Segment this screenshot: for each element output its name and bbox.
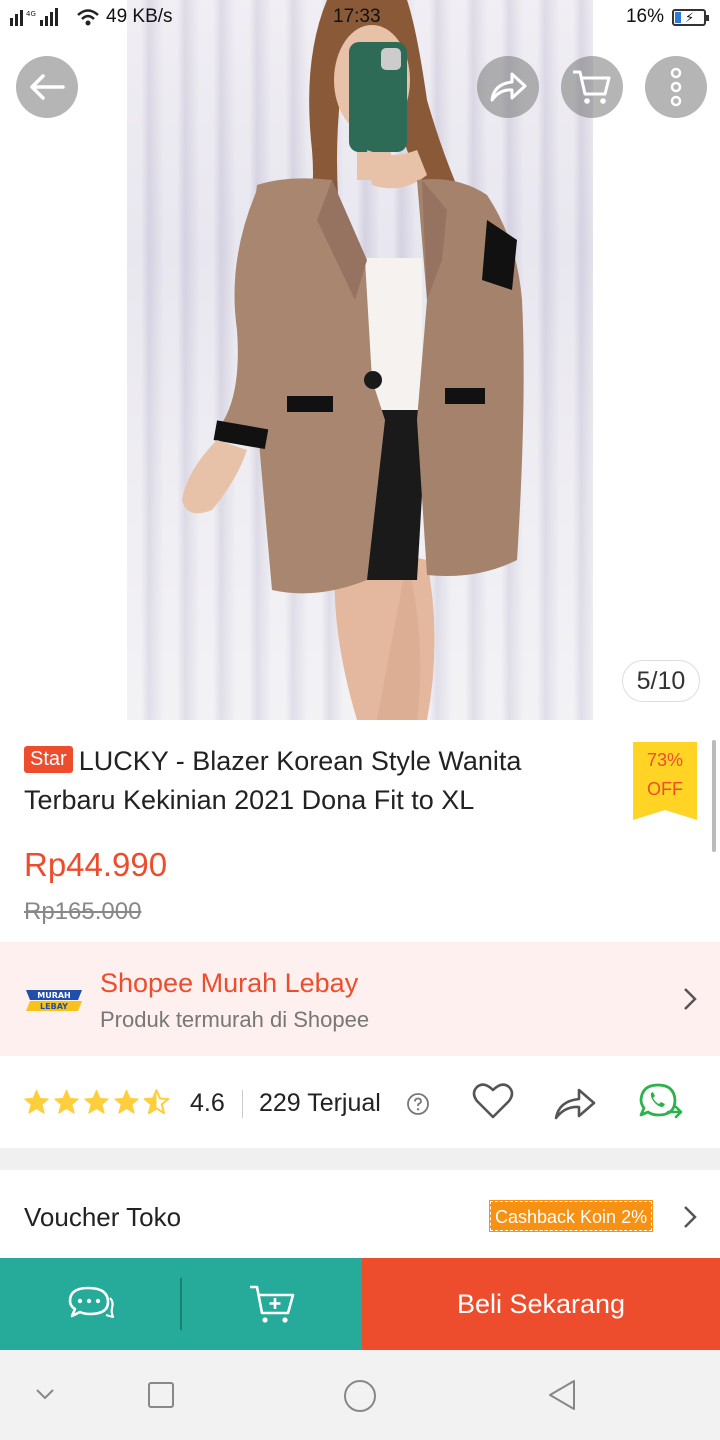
back-button[interactable] (16, 56, 78, 118)
rating-row: 4.6 229 Terjual (0, 1056, 720, 1148)
star-icon (114, 1089, 139, 1114)
status-bar: 4G 49 KB/s 17:33 16% ⚡ (0, 0, 720, 34)
chevron-right-icon (684, 1206, 697, 1228)
share-button[interactable] (477, 56, 539, 118)
scrollbar (712, 740, 716, 852)
product-title-block: Star LUCKY - Blazer Korean Style Wanita T… (24, 742, 614, 820)
bottom-action-bar: Beli Sekarang (0, 1258, 720, 1350)
discount-off-label: OFF (647, 779, 683, 799)
signal-icon: 4G (10, 8, 58, 26)
back-arrow-icon (30, 74, 65, 100)
image-counter: 5/10 (622, 660, 700, 702)
battery-icon: ⚡ (672, 8, 709, 26)
promo-title: Shopee Murah Lebay (100, 968, 359, 998)
status-time: 17:33 (333, 6, 381, 27)
network-speed: 49 KB/s (106, 6, 173, 27)
chat-button[interactable] (0, 1258, 181, 1350)
svg-text:4G: 4G (26, 10, 36, 18)
voucher-row[interactable]: Voucher Toko Cashback Koin 2% (0, 1170, 720, 1258)
status-right: 16% ⚡ (625, 6, 709, 28)
share-icon[interactable] (553, 1086, 597, 1122)
recent-apps-icon[interactable] (146, 1380, 176, 1410)
rating-value: 4.6 (190, 1089, 225, 1117)
system-navigation-bar (0, 1350, 720, 1440)
sold-count: 229 Terjual (259, 1089, 381, 1117)
status-left: 4G 49 KB/s (10, 6, 173, 28)
murah-lebay-logo: MURAH LEBAY (22, 986, 86, 1014)
discount-badge: 73% OFF (633, 742, 697, 820)
svg-text:LEBAY: LEBAY (40, 1002, 68, 1011)
star-icon (84, 1089, 109, 1114)
star-icon (24, 1089, 49, 1114)
favorite-heart-icon[interactable] (472, 1082, 514, 1120)
battery-percent: 16% (625, 6, 664, 27)
more-icon (670, 67, 682, 107)
chevron-right-icon (684, 988, 697, 1010)
original-price: Rp165.000 (24, 898, 142, 925)
cart-button[interactable] (561, 56, 623, 118)
cashback-tag: Cashback Koin 2% (488, 1200, 654, 1232)
divider (242, 1090, 243, 1118)
back-icon[interactable] (546, 1378, 578, 1412)
product-price: Rp44.990 (24, 846, 168, 883)
wifi-icon (77, 9, 99, 26)
promo-banner[interactable]: MURAH LEBAY Shopee Murah Lebay Produk te… (0, 942, 720, 1056)
voucher-label: Voucher Toko (24, 1202, 182, 1232)
share-icon (490, 72, 527, 102)
cart-icon (573, 70, 611, 104)
chat-icon (68, 1286, 114, 1319)
star-seller-badge: Star (24, 746, 73, 773)
whatsapp-icon[interactable] (638, 1082, 684, 1124)
discount-percent: 73% (646, 750, 684, 770)
home-icon[interactable] (342, 1378, 378, 1414)
add-to-cart-icon (249, 1285, 294, 1323)
buy-now-button[interactable]: Beli Sekarang (362, 1258, 720, 1350)
half-star-icon (143, 1089, 170, 1115)
chevron-down-icon[interactable] (34, 1386, 56, 1402)
product-image-gallery[interactable]: 4G 49 KB/s 17:33 16% ⚡ 5/10 (0, 0, 720, 720)
more-button[interactable] (645, 56, 707, 118)
promo-subtitle: Produk termurah di Shopee (100, 1007, 370, 1032)
product-title: LUCKY - Blazer Korean Style Wanita Terba… (24, 746, 522, 815)
divider (180, 1278, 182, 1330)
add-to-cart-button[interactable] (181, 1258, 362, 1350)
star-icon (54, 1089, 79, 1114)
product-info: Star LUCKY - Blazer Korean Style Wanita T… (0, 720, 720, 942)
svg-text:MURAH: MURAH (37, 991, 71, 1000)
rating-stars (22, 1088, 171, 1116)
help-icon[interactable] (406, 1092, 430, 1116)
